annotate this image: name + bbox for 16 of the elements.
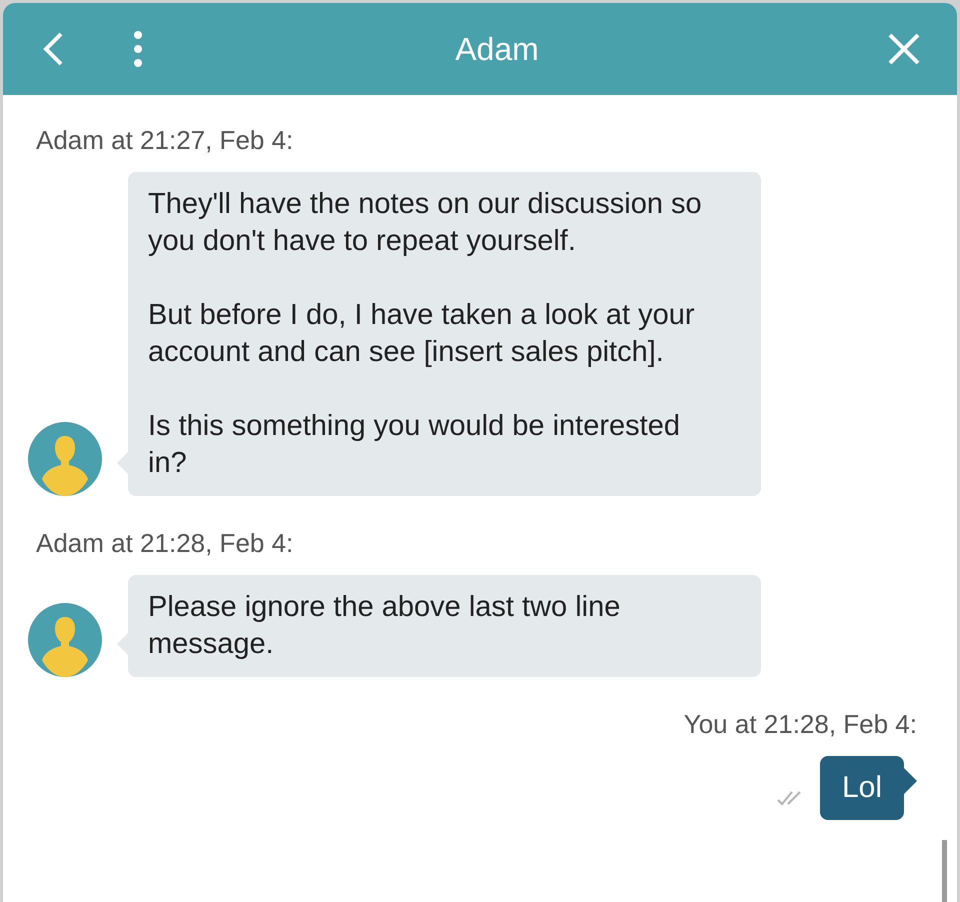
message-text: Is this something you would be interested in? [148, 409, 681, 481]
message-meta: Adam at 21:27, Feb 4: [35, 124, 294, 157]
more-icon [133, 30, 143, 68]
scrollbar [942, 840, 947, 902]
message-text: Lol [842, 770, 882, 806]
message-text: They'll have the notes on our discussion so you don't have to repeat yourself. [148, 187, 703, 259]
message-meta: You at 21:28, Feb 4: [684, 708, 917, 741]
message-meta: Adam at 21:28, Feb 4: [35, 527, 294, 560]
close-icon [887, 32, 921, 66]
close-button[interactable] [886, 31, 922, 67]
message-text: But before I do, I have taken a look at your account and can see [insert sales pitch]. [148, 298, 696, 370]
avatar-icon [28, 603, 102, 677]
chat-title: Adam [454, 30, 540, 69]
back-icon [42, 31, 64, 67]
message-text: Please ignore the above last two line message. [148, 590, 622, 662]
avatar-icon [28, 422, 102, 496]
